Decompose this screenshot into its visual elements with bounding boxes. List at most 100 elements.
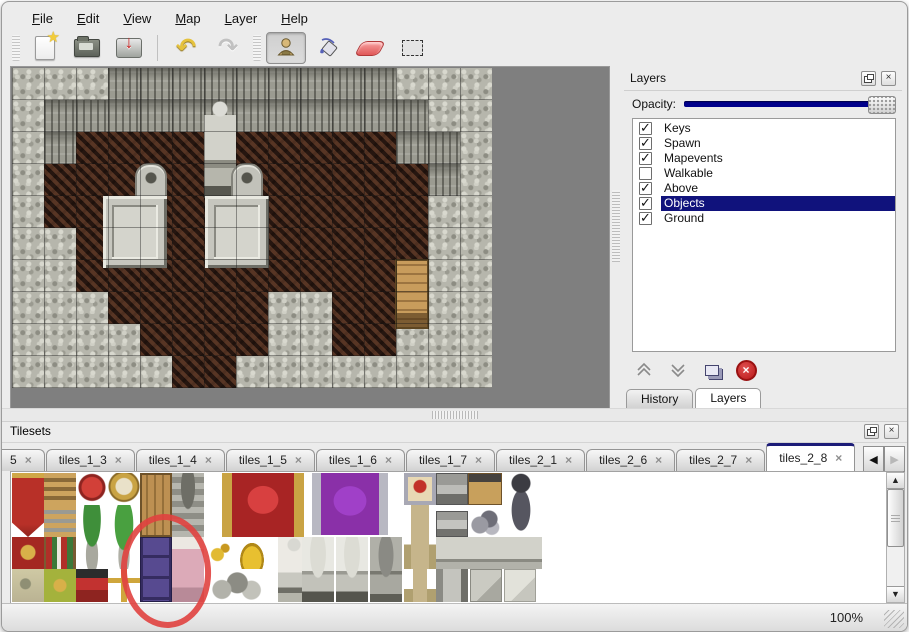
platform-left[interactable] bbox=[103, 196, 167, 268]
move-layer-down-button[interactable] bbox=[666, 358, 690, 382]
toolbar-drag-handle[interactable] bbox=[12, 35, 20, 61]
platform-right[interactable] bbox=[205, 196, 269, 268]
layer-visible-checkbox[interactable] bbox=[639, 212, 652, 225]
save-file-button[interactable]: ↓ bbox=[109, 32, 149, 64]
tile-palm-plant[interactable] bbox=[76, 505, 108, 569]
scroll-down-arrow[interactable]: ▼ bbox=[887, 586, 904, 602]
tile-banner-red-top[interactable] bbox=[12, 473, 44, 505]
tile-banner-red-bottom[interactable] bbox=[12, 505, 44, 537]
layer-row-objects[interactable]: Objects bbox=[633, 196, 895, 211]
tile-small-obelisk[interactable] bbox=[404, 569, 436, 602]
close-tab-icon[interactable]: × bbox=[475, 450, 482, 471]
tile-pink-bed[interactable] bbox=[172, 537, 204, 602]
layer-visible-checkbox[interactable] bbox=[639, 197, 652, 210]
tile-gargoyle-statue-right[interactable] bbox=[336, 537, 368, 602]
layer-row-mapevents[interactable]: Mapevents bbox=[633, 151, 895, 166]
layer-row-walkable[interactable]: Walkable bbox=[633, 166, 895, 181]
tileset-tab-tiles_1_3[interactable]: tiles_1_3× bbox=[46, 449, 135, 471]
move-layer-up-button[interactable] bbox=[632, 358, 656, 382]
vertical-splitter[interactable] bbox=[609, 66, 623, 407]
tile-parchment[interactable] bbox=[12, 569, 44, 602]
scrollbar-thumb[interactable] bbox=[887, 489, 904, 547]
tileset-tab-tiles_1_6[interactable]: tiles_1_6× bbox=[316, 449, 405, 471]
close-panel-icon[interactable]: × bbox=[884, 424, 899, 439]
close-tab-icon[interactable]: × bbox=[835, 448, 842, 469]
tile-gold-pile[interactable] bbox=[236, 537, 268, 569]
tab-layers[interactable]: Layers bbox=[695, 388, 761, 408]
tile-wooden-desk[interactable] bbox=[468, 473, 502, 505]
tile-banner-red-crest[interactable] bbox=[12, 537, 44, 569]
toolbar-drag-handle[interactable] bbox=[253, 35, 261, 61]
layer-row-keys[interactable]: Keys bbox=[633, 121, 895, 136]
tile-gold-scepter[interactable] bbox=[108, 569, 140, 602]
tileset-tab-tiles_2_7[interactable]: tiles_2_7× bbox=[676, 449, 765, 471]
tile-metal-drawer[interactable] bbox=[436, 473, 468, 505]
tile-gray-rocks[interactable] bbox=[204, 569, 268, 602]
palette-scrollbar[interactable]: ▲ ▼ bbox=[886, 472, 905, 603]
close-tab-icon[interactable]: × bbox=[745, 450, 752, 471]
delete-layer-button[interactable]: × bbox=[734, 358, 758, 382]
tile-gray-gate[interactable] bbox=[172, 473, 204, 537]
select-tool-button[interactable] bbox=[392, 32, 432, 64]
tile-metal-drawer-small[interactable] bbox=[436, 511, 468, 537]
open-file-button[interactable] bbox=[67, 32, 107, 64]
opacity-slider[interactable] bbox=[684, 96, 896, 112]
wooden-door[interactable] bbox=[395, 259, 429, 329]
tileset-tab-tiles_2_1[interactable]: tiles_2_1× bbox=[496, 449, 585, 471]
tile-dark-stool[interactable] bbox=[76, 569, 108, 602]
tile-palette[interactable] bbox=[10, 471, 903, 604]
tile-loom-bottom[interactable] bbox=[44, 505, 76, 537]
tile-bush-plant[interactable] bbox=[108, 505, 140, 569]
menu-edit[interactable]: Edit bbox=[77, 11, 99, 26]
eraser-tool-button[interactable] bbox=[350, 32, 390, 64]
tileset-tab-5[interactable]: 5× bbox=[2, 449, 45, 471]
tile-loom-top[interactable] bbox=[44, 473, 76, 505]
tile-armor-pile[interactable] bbox=[468, 507, 502, 537]
menu-map[interactable]: Map bbox=[175, 11, 200, 26]
tileset-tab-tiles_1_4[interactable]: tiles_1_4× bbox=[136, 449, 225, 471]
tile-bookshelf[interactable] bbox=[44, 537, 76, 569]
layer-row-ground[interactable]: Ground bbox=[633, 211, 895, 226]
tab-history[interactable]: History bbox=[626, 389, 693, 408]
tileset-tab-tiles_2_8[interactable]: tiles_2_8× bbox=[766, 443, 855, 471]
scroll-tabs-right-button[interactable]: ▶ bbox=[884, 446, 905, 472]
resize-grip[interactable] bbox=[884, 610, 904, 628]
map-canvas[interactable] bbox=[10, 66, 610, 409]
tile-stone-ledge[interactable] bbox=[436, 537, 542, 569]
tile-vanity-mirror[interactable] bbox=[108, 473, 140, 505]
tile-gargoyle-statue-left[interactable] bbox=[302, 537, 334, 602]
new-file-button[interactable]: ★ bbox=[25, 32, 65, 64]
tile-dark-armor[interactable] bbox=[504, 473, 538, 537]
layer-visible-checkbox[interactable] bbox=[639, 182, 652, 195]
menu-layer[interactable]: Layer bbox=[225, 11, 258, 26]
close-panel-icon[interactable]: × bbox=[881, 71, 896, 86]
tile-purple-throne[interactable] bbox=[312, 473, 388, 535]
layer-visible-checkbox[interactable] bbox=[639, 167, 652, 180]
float-panel-icon[interactable] bbox=[861, 71, 876, 86]
map[interactable] bbox=[12, 68, 492, 388]
tileset-tab-tiles_2_6[interactable]: tiles_2_6× bbox=[586, 449, 675, 471]
close-tab-icon[interactable]: × bbox=[655, 450, 662, 471]
menu-view[interactable]: View bbox=[123, 11, 151, 26]
close-tab-icon[interactable]: × bbox=[295, 450, 302, 471]
redo-button[interactable]: ↷ bbox=[208, 32, 248, 64]
tile-purple-door[interactable] bbox=[140, 537, 172, 602]
tileset-tab-tiles_1_5[interactable]: tiles_1_5× bbox=[226, 449, 315, 471]
tile-stone-pillar[interactable] bbox=[436, 569, 468, 602]
duplicate-layer-button[interactable] bbox=[700, 358, 724, 382]
opacity-slider-track[interactable] bbox=[684, 101, 896, 107]
close-tab-icon[interactable]: × bbox=[205, 450, 212, 471]
menu-file[interactable]: File bbox=[32, 11, 53, 26]
close-tab-icon[interactable]: × bbox=[115, 450, 122, 471]
stamp-tool-button[interactable] bbox=[266, 32, 306, 64]
opacity-slider-handle[interactable] bbox=[868, 96, 896, 114]
layer-row-spawn[interactable]: Spawn bbox=[633, 136, 895, 151]
tile-stone-block-dark[interactable] bbox=[470, 569, 502, 602]
layer-visible-checkbox[interactable] bbox=[639, 137, 652, 150]
tile-banner-green[interactable] bbox=[44, 569, 76, 602]
scroll-tabs-left-button[interactable]: ◀ bbox=[863, 446, 884, 472]
scroll-up-arrow[interactable]: ▲ bbox=[887, 473, 904, 489]
close-tab-icon[interactable]: × bbox=[25, 450, 32, 471]
menu-help[interactable]: Help bbox=[281, 11, 308, 26]
tile-dragon-statue[interactable] bbox=[370, 537, 402, 602]
